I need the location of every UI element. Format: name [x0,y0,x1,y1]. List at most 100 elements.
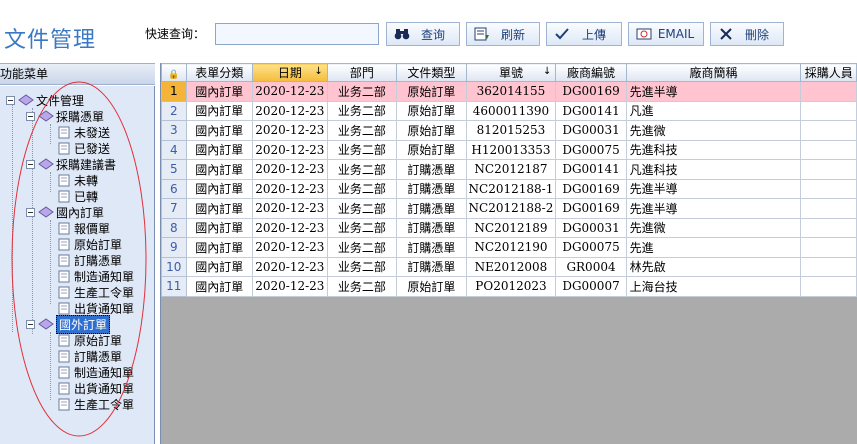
cell-vendor-code[interactable]: DG00007 [555,276,627,297]
cell-vendor-code[interactable]: GR0004 [555,256,627,277]
cell-vendor-code[interactable]: DG00075 [555,237,627,258]
cell-purchaser[interactable] [800,198,857,219]
tree-node-domestic-order[interactable]: 國內訂單 [26,204,104,220]
cell-doc-type[interactable]: 原始訂單 [396,120,467,141]
tree-leaf-do-production[interactable]: 生產工令單 [58,284,134,300]
delete-button[interactable]: 刪除 [710,22,784,46]
cell-date[interactable]: 2020-12-23 [251,256,328,277]
tree-leaf-do-quote[interactable]: 報價單 [58,220,110,236]
cell-form-type[interactable]: 國內訂單 [185,139,253,160]
cell-vendor-code[interactable]: DG00169 [555,81,627,102]
cell-doc-type[interactable]: 訂購憑單 [396,159,467,180]
lock-column-header[interactable]: 🔒 [161,63,187,82]
cell-purchaser[interactable] [800,100,857,121]
cell-form-type[interactable]: 國內訂單 [185,237,253,258]
cell-date[interactable]: 2020-12-23 [251,100,328,121]
cell-purchaser[interactable] [800,276,857,297]
cell-date[interactable]: 2020-12-23 [251,159,328,180]
column-header-department[interactable]: 部門 [326,63,398,82]
tree-leaf-po-unsent[interactable]: 未發送 [58,124,110,140]
tree-leaf-ps-transferred[interactable]: 已轉 [58,188,98,204]
row-number[interactable]: 4 [161,139,187,160]
cell-purchaser[interactable] [800,120,857,141]
tree-leaf-fo-shipment[interactable]: 出貨通知單 [58,380,134,396]
column-header-vendor-code[interactable]: 廠商編號 [555,63,627,82]
table-row[interactable]: 3 國內訂單 2020-12-23 业务二部 原始訂單 812015253 DG00031 先… [161,120,857,141]
tree-node-root[interactable]: 文件管理 [6,92,84,108]
cell-department[interactable]: 业务二部 [326,276,398,297]
cell-doc-no[interactable]: 812015253 [465,120,557,141]
cell-purchaser[interactable] [800,178,857,199]
column-header-form-type[interactable]: 表單分類 [185,63,253,82]
column-header-vendor-name[interactable]: 廠商簡稱 [625,63,802,82]
cell-vendor-name[interactable]: 凡進 [625,100,802,121]
cell-doc-type[interactable]: 訂購憑單 [396,237,467,258]
cell-purchaser[interactable] [800,237,857,258]
cell-department[interactable]: 业务二部 [326,81,398,102]
row-number[interactable]: 3 [161,120,187,141]
cell-form-type[interactable]: 國內訂單 [185,217,253,238]
cell-department[interactable]: 业务二部 [326,237,398,258]
cell-doc-no[interactable]: NC2012188-2 [465,198,557,219]
row-number[interactable]: 1 [161,81,187,102]
cell-doc-type[interactable]: 原始訂單 [396,139,467,160]
table-row[interactable]: 7 國內訂單 2020-12-23 业务二部 訂購憑單 NC2012188-2 DG0016… [161,198,857,219]
cell-vendor-code[interactable]: DG00031 [555,120,627,141]
cell-doc-no[interactable]: NC2012190 [465,237,557,258]
tree-leaf-ps-untransferred[interactable]: 未轉 [58,172,98,188]
cell-doc-type[interactable]: 訂購憑單 [396,198,467,219]
table-row[interactable]: 10 國內訂單 2020-12-23 业务二部 訂購憑單 NE2012008 GR0004 林… [161,256,857,277]
tree-leaf-fo-purchase[interactable]: 訂購憑單 [58,348,122,364]
cell-doc-type[interactable]: 訂購憑單 [396,178,467,199]
tree-leaf-fo-production[interactable]: 生產工令單 [58,396,134,412]
cell-form-type[interactable]: 國內訂單 [185,198,253,219]
column-header-purchaser[interactable]: 採購人員 [800,63,857,82]
cell-vendor-code[interactable]: DG00169 [555,198,627,219]
cell-date[interactable]: 2020-12-23 [251,276,328,297]
cell-department[interactable]: 业务二部 [326,120,398,141]
cell-vendor-code[interactable]: DG00141 [555,100,627,121]
table-row[interactable]: 11 國內訂單 2020-12-23 业务二部 原始訂單 PO2012023 DG00007… [161,276,857,297]
cell-vendor-code[interactable]: DG00169 [555,178,627,199]
cell-vendor-name[interactable]: 先進 [625,237,802,258]
cell-vendor-name[interactable]: 先進半導 [625,198,802,219]
cell-form-type[interactable]: 國內訂單 [185,256,253,277]
cell-vendor-name[interactable]: 上海台技 [625,276,802,297]
cell-vendor-name[interactable]: 先進微 [625,217,802,238]
row-number[interactable]: 6 [161,178,187,199]
cell-doc-no[interactable]: H120013353 [465,139,557,160]
table-row[interactable]: 1 國內訂單 2020-12-23 业务二部 原始訂單 362014155 DG00169 先… [161,81,857,102]
tree-leaf-fo-manufacture[interactable]: 制造通知單 [58,364,134,380]
cell-form-type[interactable]: 國內訂單 [185,120,253,141]
table-row[interactable]: 6 國內訂單 2020-12-23 业务二部 訂購憑單 NC2012188-1 DG0016… [161,178,857,199]
tree-leaf-do-original[interactable]: 原始訂單 [58,236,122,252]
row-number[interactable]: 10 [161,256,187,277]
cell-purchaser[interactable] [800,256,857,277]
cell-date[interactable]: 2020-12-23 [251,120,328,141]
cell-date[interactable]: 2020-12-23 [251,139,328,160]
cell-department[interactable]: 业务二部 [326,217,398,238]
cell-date[interactable]: 2020-12-23 [251,217,328,238]
cell-form-type[interactable]: 國內訂單 [185,81,253,102]
cell-vendor-code[interactable]: DG00075 [555,139,627,160]
row-number[interactable]: 5 [161,159,187,180]
tree-node-foreign-order[interactable]: 國外訂單 [26,314,111,334]
tree-leaf-fo-original[interactable]: 原始訂單 [58,332,122,348]
cell-department[interactable]: 业务二部 [326,159,398,180]
cell-vendor-name[interactable]: 先進半導 [625,178,802,199]
cell-form-type[interactable]: 國內訂單 [185,178,253,199]
cell-date[interactable]: 2020-12-23 [251,198,328,219]
search-input[interactable] [215,23,379,45]
row-number[interactable]: 2 [161,100,187,121]
cell-vendor-name[interactable]: 凡進科技 [625,159,802,180]
cell-vendor-name[interactable]: 先進科技 [625,139,802,160]
cell-date[interactable]: 2020-12-23 [251,237,328,258]
cell-form-type[interactable]: 國內訂單 [185,100,253,121]
cell-doc-no[interactable]: 362014155 [465,81,557,102]
cell-department[interactable]: 业务二部 [326,100,398,121]
query-button[interactable]: 查询 [386,22,460,46]
collapse-icon[interactable] [26,319,35,329]
row-number[interactable]: 11 [161,276,187,297]
cell-doc-no[interactable]: PO2012023 [465,276,557,297]
tree-node-purchase-order[interactable]: 採購憑單 [26,108,104,124]
